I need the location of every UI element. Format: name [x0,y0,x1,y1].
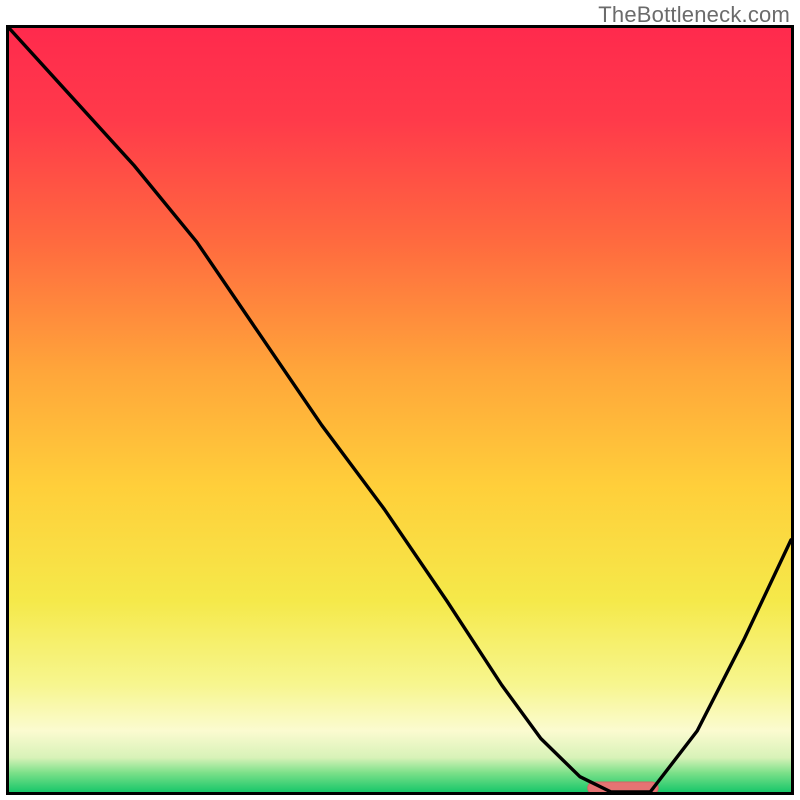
watermark-text: TheBottleneck.com [598,2,790,28]
chart-container: TheBottleneck.com [0,0,800,800]
gradient-background [9,28,791,792]
bottleneck-plot-svg [6,25,794,795]
plot-area [6,25,794,795]
